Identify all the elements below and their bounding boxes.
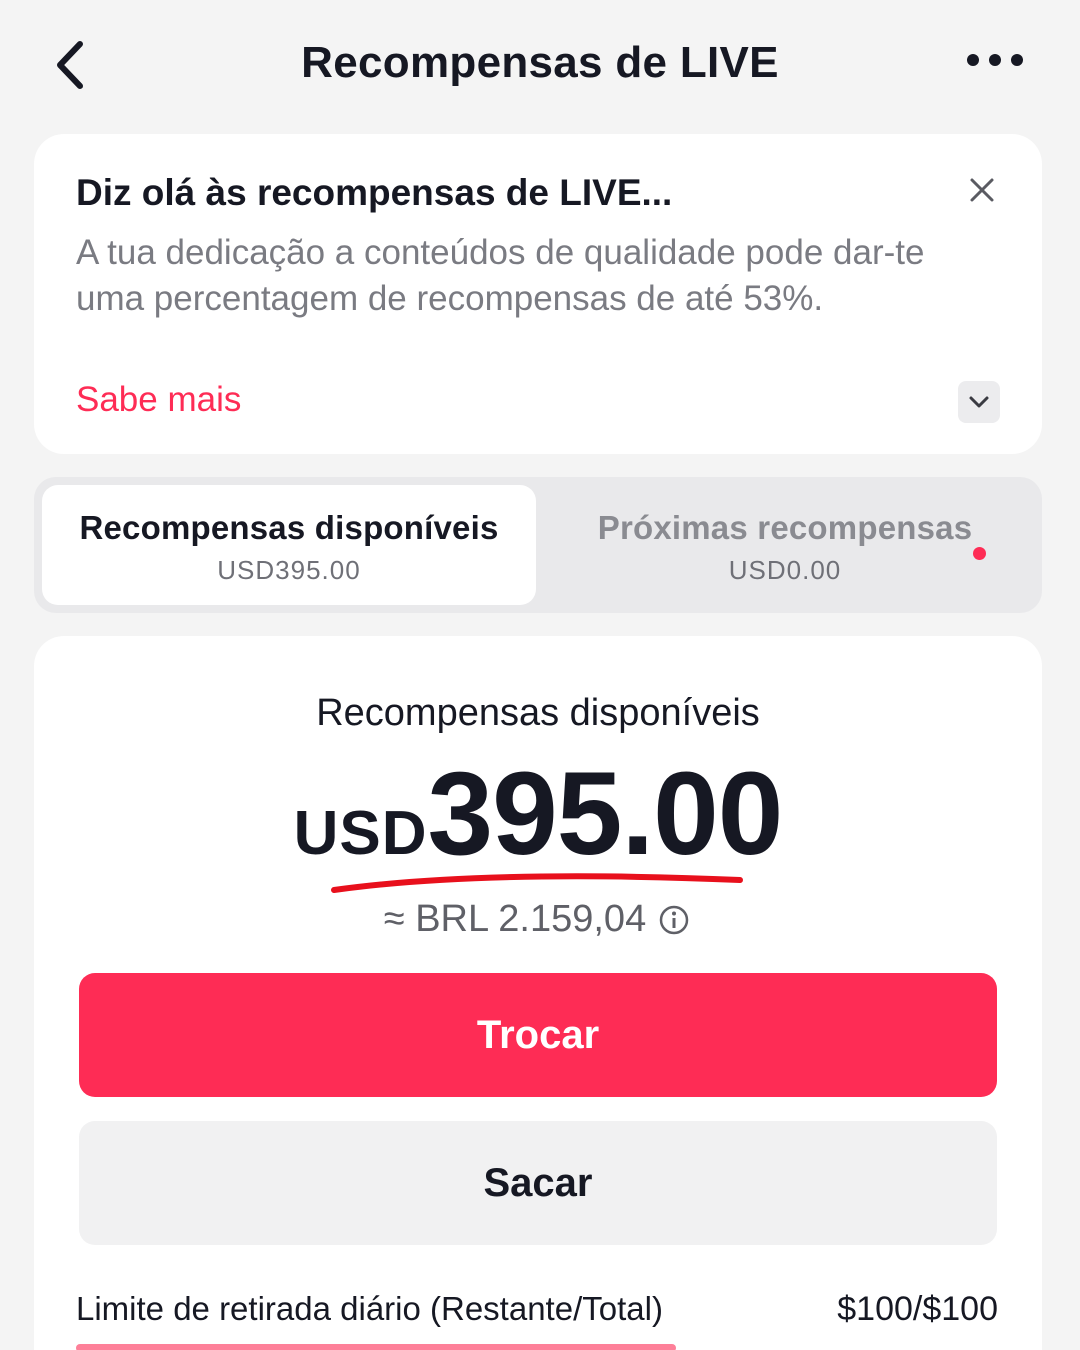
info-banner: Diz olá às recompensas de LIVE... A tua … (34, 134, 1042, 454)
tab-amount: USD0.00 (728, 555, 842, 585)
banner-close-button[interactable] (962, 170, 1002, 210)
more-options-button[interactable] (960, 40, 1030, 80)
learn-more-link[interactable]: Sabe mais (76, 380, 241, 420)
tab-amount: USD395.00 (217, 555, 361, 585)
hand-drawn-underline (331, 873, 743, 893)
more-horizontal-icon (967, 54, 1023, 66)
chevron-down-icon (969, 396, 989, 408)
tab-label: Próximas recompensas (597, 509, 973, 546)
withdraw-button[interactable]: Sacar (79, 1121, 997, 1245)
info-icon[interactable] (656, 902, 692, 938)
tab-upcoming-rewards[interactable]: Próximas recompensas USD0.00 (536, 485, 1034, 605)
balance-label: Recompensas disponíveis (316, 692, 760, 734)
daily-limit-value: $100/$100 (837, 1290, 998, 1328)
conversion-value: ≈ BRL 2.159,04 (383, 898, 647, 940)
banner-description: A tua dedicação a conteúdos de qualidade… (76, 233, 925, 318)
page: Recompensas de LIVE Diz olá às recompens… (0, 0, 1080, 1350)
banner-expand-button[interactable] (958, 381, 1000, 423)
top-bar: Recompensas de LIVE (0, 0, 1080, 130)
daily-limit-label: Limite de retirada diário (Restante/Tota… (76, 1290, 663, 1327)
daily-limit-row: Limite de retirada diário (Restante/Tota… (76, 1290, 998, 1329)
balance-currency: USD (293, 799, 428, 868)
tab-available-rewards[interactable]: Recompensas disponíveis USD395.00 (42, 485, 536, 605)
page-title: Recompensas de LIVE (301, 38, 779, 87)
balance-card: Recompensas disponíveis USD395.00 ≈ BRL … (34, 636, 1042, 1350)
cut-off-link-text (76, 1344, 676, 1350)
close-icon (970, 178, 994, 202)
conversion-row: ≈ BRL 2.159,04 (34, 898, 1042, 941)
balance-amount: USD395.00 (34, 754, 1042, 874)
exchange-button[interactable]: Trocar (79, 973, 997, 1097)
banner-title: Diz olá às recompensas de LIVE... (76, 172, 673, 213)
rewards-tabs: Recompensas disponíveis USD395.00 Próxim… (34, 477, 1042, 613)
balance-value: 395.00 (427, 748, 783, 880)
tab-label: Recompensas disponíveis (79, 509, 499, 546)
notification-dot (973, 547, 986, 560)
